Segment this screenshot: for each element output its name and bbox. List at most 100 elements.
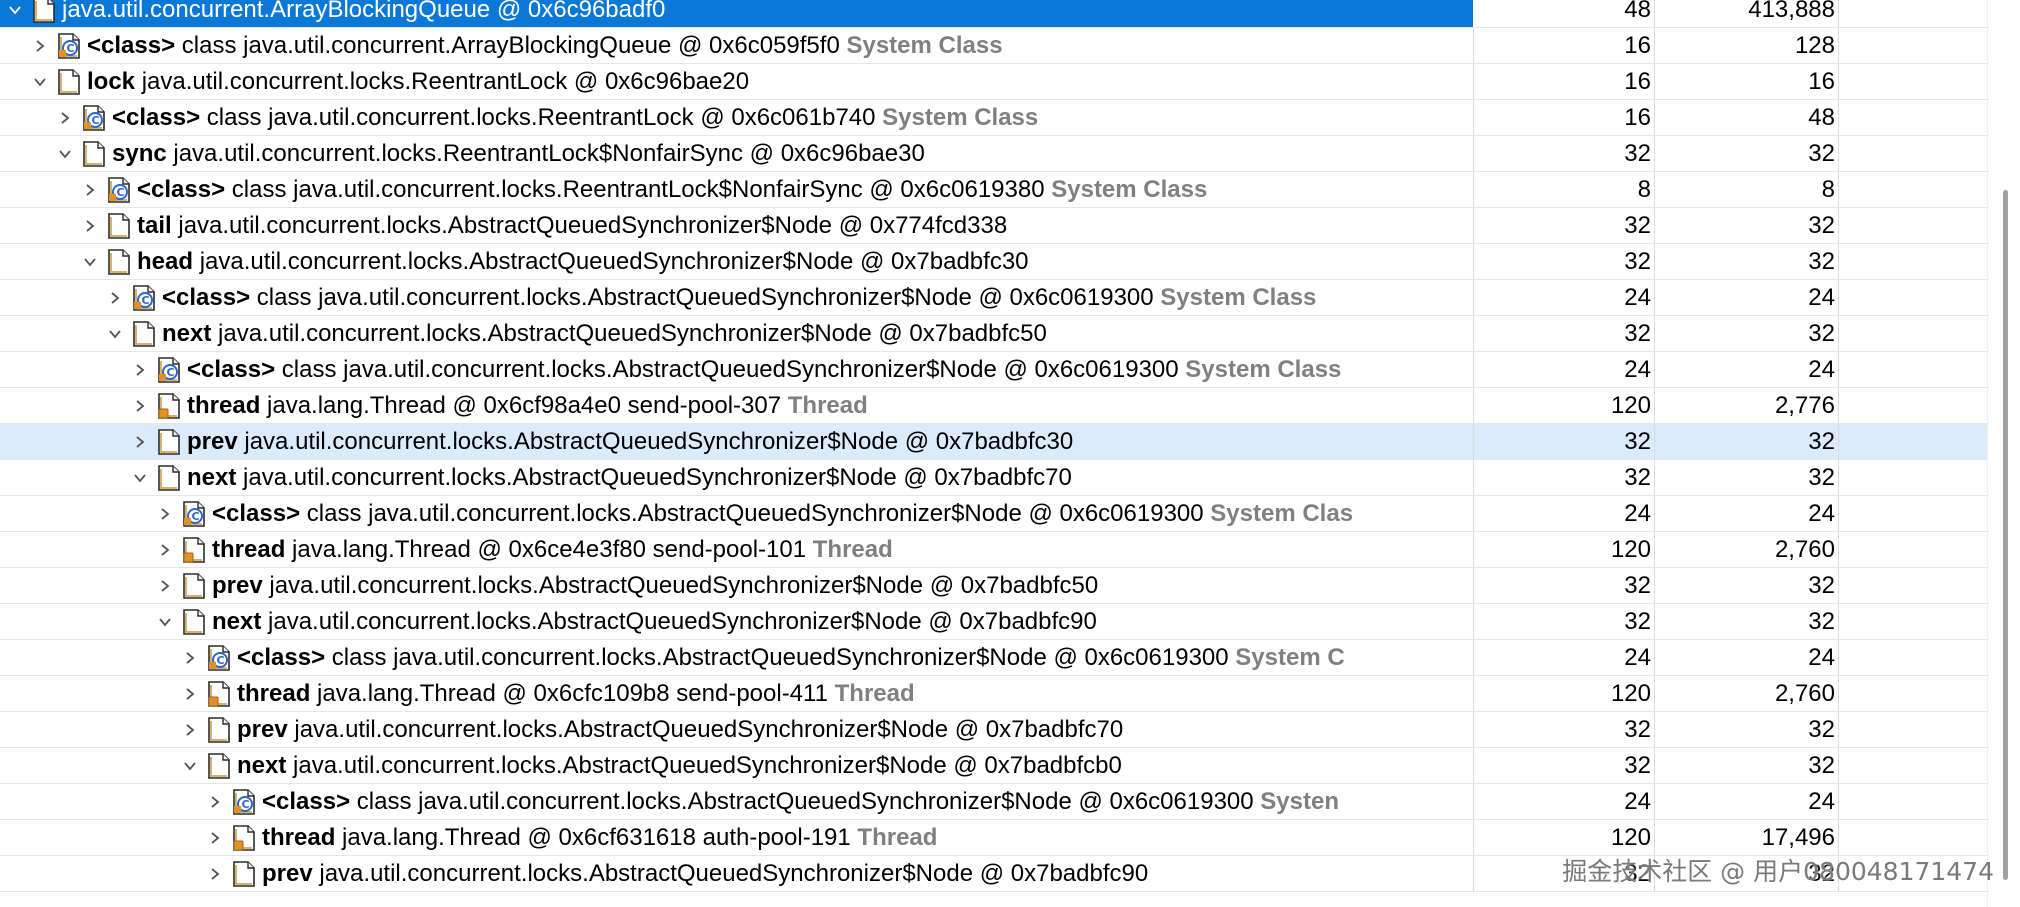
chevron-right-icon[interactable]	[78, 208, 102, 243]
field-name: prev	[187, 428, 238, 455]
object-description: java.util.concurrent.locks.AbstractQueue…	[199, 248, 1029, 275]
tree-row[interactable]: head java.util.concurrent.locks.Abstract…	[0, 244, 1987, 280]
tree-row[interactable]: thread java.lang.Thread @ 0x6ce4e3f80 se…	[0, 532, 1987, 568]
shallow-heap-cell: 32	[1474, 604, 1655, 639]
object-description: java.lang.Thread @ 0x6cf98a4e0 send-pool…	[267, 392, 782, 419]
chevron-right-icon[interactable]	[203, 856, 227, 891]
tree-row[interactable]: sync java.util.concurrent.locks.Reentran…	[0, 136, 1987, 172]
empty-cell	[1839, 496, 1987, 531]
chevron-right-icon[interactable]	[103, 280, 127, 315]
field-name: <class>	[162, 284, 251, 311]
tree-row[interactable]: next java.util.concurrent.locks.Abstract…	[0, 316, 1987, 352]
vertical-scrollbar[interactable]	[1987, 0, 2020, 907]
tree-row[interactable]: C <class> class java.util.concurrent.lock…	[0, 352, 1987, 388]
chevron-right-icon[interactable]	[53, 100, 77, 135]
shallow-heap-cell: 24	[1474, 280, 1655, 315]
chevron-right-icon[interactable]	[203, 820, 227, 855]
tree-row[interactable]: java.util.concurrent.ArrayBlockingQueue …	[0, 0, 1987, 28]
retained-heap-cell: 16	[1655, 64, 1839, 99]
row-label: prev java.util.concurrent.locks.Abstract…	[187, 424, 1073, 459]
tree-row[interactable]: C <class> class java.util.concurrent.lock…	[0, 100, 1987, 136]
chevron-right-icon[interactable]	[28, 28, 52, 63]
tree-row[interactable]: thread java.lang.Thread @ 0x6cf631618 au…	[0, 820, 1987, 856]
object-description: class java.util.concurrent.locks.Reentra…	[206, 104, 876, 131]
class-icon: C	[156, 356, 182, 383]
tree-row[interactable]: C <class> class java.util.concurrent.lock…	[0, 280, 1987, 316]
retained-heap-cell: 32	[1655, 244, 1839, 279]
row-label: <class> class java.util.concurrent.locks…	[212, 496, 1353, 531]
field-name: <class>	[212, 500, 301, 527]
empty-cell	[1839, 784, 1987, 819]
field-name: <class>	[237, 644, 326, 671]
tree-row[interactable]: C <class> class java.util.concurrent.lock…	[0, 496, 1987, 532]
retained-heap-cell: 32	[1655, 604, 1839, 639]
tree-row[interactable]: prev java.util.concurrent.locks.Abstract…	[0, 424, 1987, 460]
chevron-right-icon[interactable]	[203, 784, 227, 819]
shallow-heap-cell: 48	[1474, 0, 1655, 27]
chevron-right-icon[interactable]	[128, 388, 152, 423]
row-label: <class> class java.util.concurrent.Array…	[87, 28, 1003, 63]
chevron-right-icon[interactable]	[178, 676, 202, 711]
object-icon	[181, 608, 207, 635]
tree-row[interactable]: C <class> class java.util.concurrent.lock…	[0, 784, 1987, 820]
chevron-down-icon[interactable]	[78, 244, 102, 279]
tree-row[interactable]: tail java.util.concurrent.locks.Abstract…	[0, 208, 1987, 244]
tree-row[interactable]: C <class> class java.util.concurrent.Arra…	[0, 28, 1987, 64]
row-label: thread java.lang.Thread @ 0x6ce4e3f80 se…	[212, 532, 893, 567]
tree-row[interactable]: thread java.lang.Thread @ 0x6cf98a4e0 se…	[0, 388, 1987, 424]
field-name: next	[212, 608, 262, 635]
object-description: java.util.concurrent.locks.AbstractQueue…	[294, 716, 1124, 743]
scrollbar-thumb[interactable]	[2003, 190, 2008, 880]
chevron-right-icon[interactable]	[78, 172, 102, 207]
tree-row[interactable]: C <class> class java.util.concurrent.lock…	[0, 640, 1987, 676]
tree-row[interactable]: lock java.util.concurrent.locks.Reentran…	[0, 64, 1987, 100]
tree-row[interactable]: next java.util.concurrent.locks.Abstract…	[0, 460, 1987, 496]
chevron-down-icon[interactable]	[178, 748, 202, 783]
empty-cell	[1839, 64, 1987, 99]
class-icon: C	[231, 788, 257, 815]
shallow-heap-cell: 24	[1474, 352, 1655, 387]
heap-object-tree[interactable]: java.util.concurrent.ArrayBlockingQueue …	[0, 0, 1987, 907]
name-cell: thread java.lang.Thread @ 0x6cf98a4e0 se…	[0, 388, 1474, 423]
tree-row[interactable]: thread java.lang.Thread @ 0x6cfc109b8 se…	[0, 676, 1987, 712]
chevron-down-icon[interactable]	[128, 460, 152, 495]
chevron-right-icon[interactable]	[178, 640, 202, 675]
chevron-right-icon[interactable]	[128, 424, 152, 459]
chevron-down-icon[interactable]	[53, 136, 77, 171]
chevron-right-icon[interactable]	[178, 712, 202, 747]
shallow-heap-cell: 32	[1474, 316, 1655, 351]
retained-heap-cell: 24	[1655, 352, 1839, 387]
field-name: thread	[187, 392, 261, 419]
tree-row[interactable]: next java.util.concurrent.locks.Abstract…	[0, 748, 1987, 784]
retained-heap-cell: 32	[1655, 424, 1839, 459]
row-label: <class> class java.util.concurrent.locks…	[112, 100, 1038, 135]
tree-row[interactable]: prev java.util.concurrent.locks.Abstract…	[0, 568, 1987, 604]
chevron-right-icon[interactable]	[128, 352, 152, 387]
name-cell: C <class> class java.util.concurrent.lock…	[0, 496, 1474, 531]
row-label: <class> class java.util.concurrent.locks…	[187, 352, 1341, 387]
field-name: <class>	[187, 356, 276, 383]
chevron-down-icon[interactable]	[28, 64, 52, 99]
object-description: java.util.concurrent.locks.AbstractQueue…	[319, 860, 1149, 887]
chevron-right-icon[interactable]	[153, 496, 177, 531]
shallow-heap-cell: 32	[1474, 424, 1655, 459]
empty-cell	[1839, 460, 1987, 495]
empty-cell	[1839, 388, 1987, 423]
object-icon	[156, 464, 182, 491]
tree-row[interactable]: C <class> class java.util.concurrent.lock…	[0, 172, 1987, 208]
shallow-heap-cell: 32	[1474, 748, 1655, 783]
tree-row[interactable]: prev java.util.concurrent.locks.Abstract…	[0, 712, 1987, 748]
retained-heap-cell: 128	[1655, 28, 1839, 63]
name-cell: prev java.util.concurrent.locks.Abstract…	[0, 712, 1474, 747]
object-icon	[31, 0, 57, 23]
type-tag: System Class	[1185, 356, 1342, 383]
retained-heap-cell: 32	[1655, 316, 1839, 351]
tree-row[interactable]: next java.util.concurrent.locks.Abstract…	[0, 604, 1987, 640]
chevron-down-icon[interactable]	[103, 316, 127, 351]
row-label: <class> class java.util.concurrent.locks…	[262, 784, 1339, 819]
chevron-down-icon[interactable]	[153, 604, 177, 639]
chevron-right-icon[interactable]	[153, 568, 177, 603]
chevron-right-icon[interactable]	[153, 532, 177, 567]
chevron-down-icon[interactable]	[3, 0, 27, 27]
type-tag: System Class	[1160, 284, 1317, 311]
